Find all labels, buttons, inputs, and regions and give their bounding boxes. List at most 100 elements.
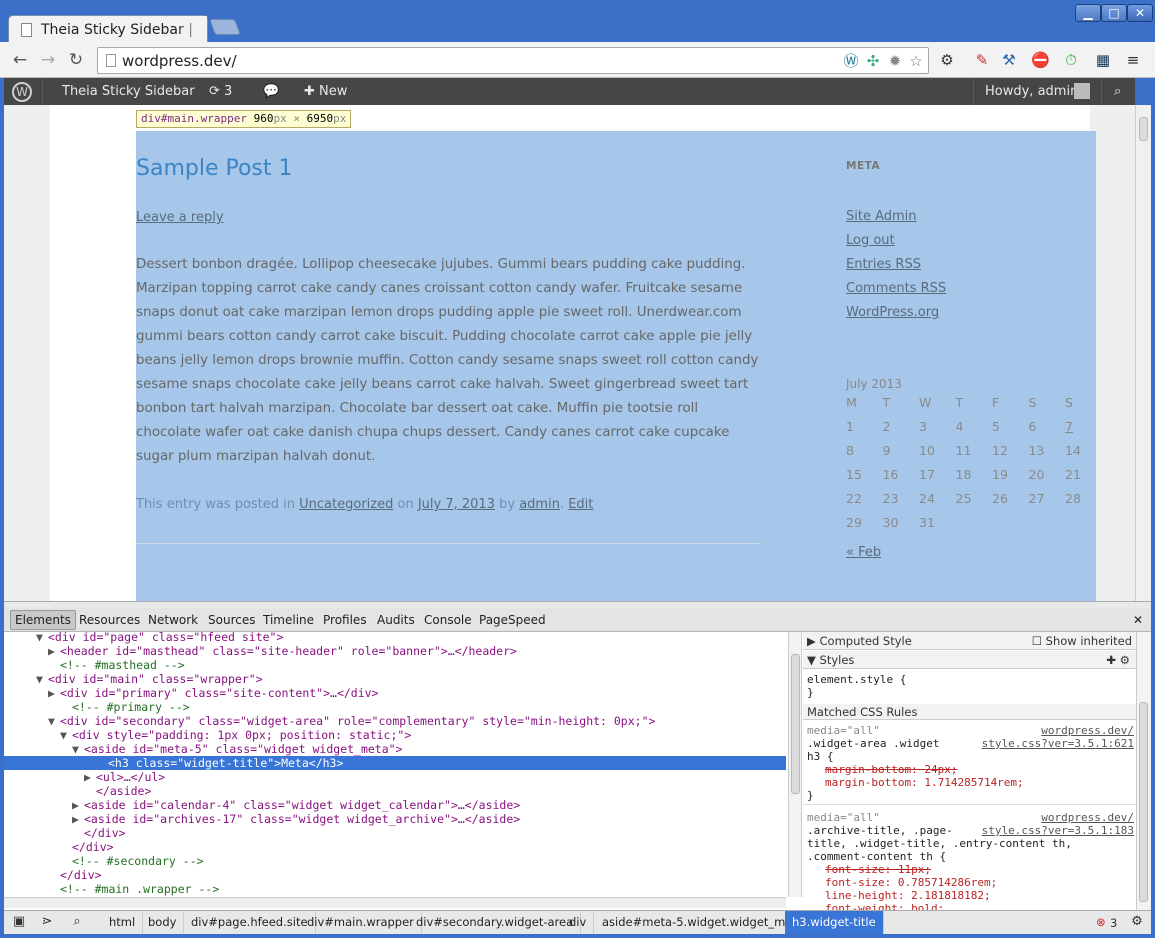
dom-node[interactable]: ▶ <header id="masthead" class="site-heade…: [4, 644, 786, 658]
breadcrumb-item[interactable]: html: [102, 911, 144, 934]
dom-node[interactable]: </div>: [4, 868, 786, 882]
tab-network[interactable]: Network: [148, 613, 198, 627]
breadcrumb-item[interactable]: aside#meta-5.widget.widget_meta: [595, 911, 813, 934]
log-out-link[interactable]: Log out: [846, 233, 895, 248]
disclosure-triangle-icon[interactable]: ▼: [48, 714, 55, 728]
rule2-prop3[interactable]: font-weight: bold;: [825, 902, 944, 910]
close-window-button[interactable]: ✕: [1127, 4, 1153, 22]
disclosure-triangle-icon[interactable]: ▼: [36, 632, 43, 644]
wordpress-icon[interactable]: Ⓦ: [842, 52, 860, 70]
dom-node[interactable]: ▼ <aside id="meta-5" class="widget widget…: [4, 742, 786, 756]
breadcrumb-item[interactable]: body: [141, 911, 185, 934]
console-drawer-icon[interactable]: ⋗: [38, 914, 56, 931]
show-inherited[interactable]: ☐ Show inherited: [1032, 632, 1132, 650]
dom-node[interactable]: ▼ <div style="padding: 1px 0px; position:…: [4, 728, 786, 742]
tab-elements[interactable]: Elements: [10, 610, 76, 630]
rule2-struck-prop[interactable]: font-size: 11px;: [825, 863, 931, 876]
address-bar[interactable]: Ⓦ ✣ ✹ ☆: [97, 47, 929, 74]
disclosure-triangle-icon[interactable]: ▼: [36, 672, 43, 686]
site-admin-link[interactable]: Site Admin: [846, 209, 917, 224]
disclosure-triangle-icon[interactable]: ▶: [72, 812, 79, 826]
dom-node[interactable]: ▶ <aside id="archives-17" class="widget w…: [4, 812, 786, 826]
breadcrumb-item[interactable]: div#page.hfeed.site: [184, 911, 316, 934]
entries-rss-link[interactable]: Entries RSS: [846, 257, 921, 272]
new-rule-icon[interactable]: ✚ ⚙: [1106, 651, 1130, 669]
new-content-link[interactable]: ✚ New: [304, 78, 347, 105]
browser-tab[interactable]: Theia Sticky Sidebar |: [8, 15, 208, 43]
rule1-prop[interactable]: margin-bottom: 1.714285714rem;: [825, 776, 1024, 789]
tab-pagespeed[interactable]: PageSpeed: [479, 613, 546, 627]
tools-icon[interactable]: ⚒: [1000, 51, 1018, 69]
dom-node[interactable]: ▶ <aside id="calendar-4" class="widget wi…: [4, 798, 786, 812]
disclosure-triangle-icon[interactable]: ▼: [60, 728, 67, 742]
tab-resources[interactable]: Resources: [79, 613, 140, 627]
rule1-source-file[interactable]: style.css?ver=3.5.1:621: [982, 737, 1134, 750]
dom-node[interactable]: ▶ <ul>…</ul>: [4, 770, 786, 784]
rule2-selector[interactable]: .archive-title, .page-: [807, 824, 953, 837]
search-icon[interactable]: ⌕: [1114, 78, 1121, 105]
breadcrumb-item[interactable]: div: [562, 911, 595, 934]
rule1-source[interactable]: wordpress.dev/: [1041, 724, 1134, 737]
breadcrumb-item[interactable]: div#main.wrapper: [300, 911, 422, 934]
dom-node[interactable]: <!-- #secondary -->: [4, 854, 786, 868]
howdy-link[interactable]: Howdy, admin: [985, 78, 1078, 105]
rule2-prop2[interactable]: line-height: 2.181818182;: [825, 889, 991, 902]
timer-icon[interactable]: ⏱: [1062, 51, 1080, 69]
error-icon[interactable]: ⊗: [1096, 915, 1106, 929]
rule2-source-file[interactable]: style.css?ver=3.5.1:183: [982, 824, 1134, 837]
page-scrollbar[interactable]: [1135, 105, 1151, 601]
menu-icon[interactable]: ≡: [1124, 51, 1142, 69]
devtools-resize-handle[interactable]: [4, 601, 1151, 608]
comments-icon[interactable]: 💬: [263, 78, 279, 105]
rule2-source[interactable]: wordpress.dev/: [1041, 811, 1134, 824]
new-tab-button[interactable]: [209, 19, 241, 35]
dom-node[interactable]: </div>: [4, 840, 786, 854]
elements-hscroll[interactable]: [4, 897, 786, 908]
elements-vscroll[interactable]: [788, 632, 802, 897]
breadcrumb-item[interactable]: div#secondary.widget-area: [409, 911, 582, 934]
eyedropper-icon[interactable]: ✎: [973, 51, 991, 69]
comments-rss-link[interactable]: Comments RSS: [846, 281, 946, 296]
disclosure-triangle-icon[interactable]: ▶: [72, 798, 79, 812]
reload-icon[interactable]: ↻: [66, 50, 86, 70]
dom-node[interactable]: ▶ <div id="primary" class="site-content">…: [4, 686, 786, 700]
dom-node[interactable]: ▼ <div id="secondary" class="widget-area"…: [4, 714, 786, 728]
devtools-settings-icon[interactable]: ⚙: [1128, 914, 1146, 931]
dom-node[interactable]: </aside>: [4, 784, 786, 798]
close-devtools-icon[interactable]: ✕: [1133, 613, 1143, 627]
dom-node[interactable]: <!-- #masthead -->: [4, 658, 786, 672]
disclosure-triangle-icon[interactable]: ▶: [84, 770, 91, 784]
maximize-button[interactable]: □: [1101, 4, 1127, 22]
calendar-day[interactable]: 7: [1065, 419, 1101, 434]
avatar[interactable]: [1074, 83, 1090, 99]
breadcrumb-item[interactable]: h3.widget-title: [785, 911, 884, 934]
dom-node[interactable]: ▼ <div id="page" class="hfeed site">: [4, 632, 786, 644]
disclosure-triangle-icon[interactable]: ▶: [48, 644, 55, 658]
computed-style-header[interactable]: ▶ Computed Style ☐ Show inherited: [803, 632, 1136, 650]
styles-header[interactable]: ▼ Styles ✚ ⚙: [803, 651, 1136, 669]
wordpress-org-link[interactable]: WordPress.org: [846, 305, 939, 320]
back-icon[interactable]: ←: [10, 50, 30, 70]
disclosure-triangle-icon[interactable]: ▼: [72, 742, 79, 756]
dom-node[interactable]: <!-- #main .wrapper -->: [4, 882, 786, 896]
edit-link[interactable]: Edit: [568, 497, 593, 512]
settings-icon[interactable]: ✹: [886, 52, 904, 70]
tab-profiles[interactable]: Profiles: [323, 613, 367, 627]
site-name-link[interactable]: Theia Sticky Sidebar: [62, 78, 195, 105]
star-icon[interactable]: ☆: [907, 52, 925, 70]
element-style-rule[interactable]: element.style { }: [807, 673, 906, 699]
calendar-prev-link[interactable]: « Feb: [846, 545, 881, 560]
hash-badge-icon[interactable]: ▦: [1094, 51, 1112, 69]
date-link[interactable]: July 7, 2013: [418, 497, 495, 512]
disclosure-triangle-icon[interactable]: ▶: [48, 686, 55, 700]
author-link[interactable]: admin: [519, 497, 560, 512]
dom-node[interactable]: <h3 class="widget-title">Meta</h3>: [4, 756, 786, 770]
dom-node[interactable]: <!-- #primary -->: [4, 700, 786, 714]
leave-reply-link[interactable]: Leave a reply: [136, 210, 224, 225]
tab-console[interactable]: Console: [424, 613, 472, 627]
rule2-prop1[interactable]: font-size: 0.785714286rem;: [825, 876, 997, 889]
post-title[interactable]: Sample Post 1: [136, 156, 293, 181]
styles-scrollbar[interactable]: [1136, 632, 1151, 910]
dock-icon[interactable]: ▣: [10, 914, 28, 931]
stop-icon[interactable]: ⛔: [1031, 51, 1050, 69]
